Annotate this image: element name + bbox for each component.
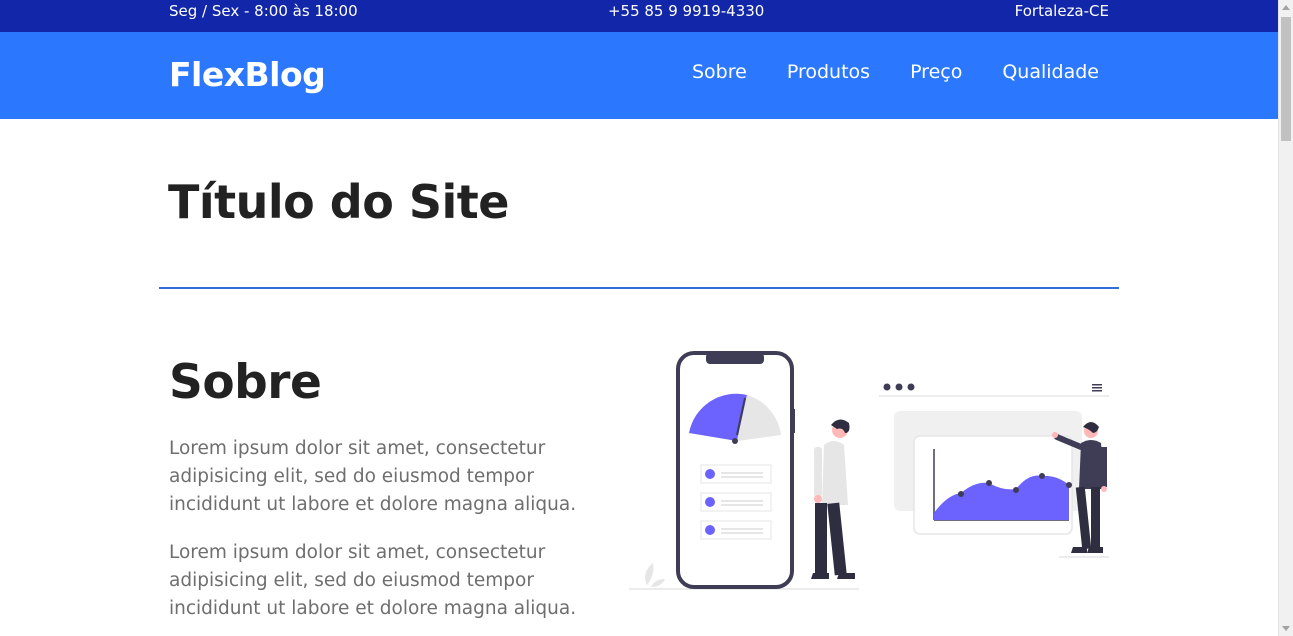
- browser-window-graphic: [879, 383, 1109, 535]
- site-title: Título do Site: [168, 175, 509, 229]
- scrollbar-thumb[interactable]: [1281, 17, 1291, 141]
- plant-leaf-icon-2: [651, 579, 665, 587]
- plant-leaf-icon: [645, 563, 654, 585]
- about-paragraph-1: Lorem ipsum dolor sit amet, consectetur …: [169, 438, 577, 515]
- person-figure: [811, 419, 855, 579]
- page-viewport: Seg / Sex - 8:00 às 18:00 +55 85 9 9919-…: [0, 0, 1278, 636]
- about-paragraph-2: Lorem ipsum dolor sit amet, consectetur …: [169, 542, 577, 619]
- nav-link-sobre[interactable]: Sobre: [692, 61, 747, 83]
- scroll-down-arrow-icon[interactable]: [1282, 626, 1290, 631]
- phone-graphic: [676, 351, 795, 589]
- nav-menu: Sobre Produtos Preço Qualidade: [692, 61, 1099, 83]
- hero-section: Título do Site: [159, 119, 1119, 289]
- top-info-bar-inner: Seg / Sex - 8:00 às 18:00 +55 85 9 9919-…: [169, 0, 1109, 32]
- main-navbar: FlexBlog Sobre Produtos Preço Qualidade: [0, 32, 1278, 119]
- site-logo[interactable]: FlexBlog: [169, 55, 326, 94]
- scroll-up-arrow-icon[interactable]: [1282, 5, 1290, 10]
- about-section: Sobre Lorem ipsum dolor sit amet, consec…: [169, 289, 1109, 623]
- analytics-illustration: [629, 351, 1109, 590]
- location: Fortaleza-CE: [1014, 2, 1109, 20]
- nav-link-qualidade[interactable]: Qualidade: [1002, 61, 1099, 83]
- page-scrollbar[interactable]: [1278, 0, 1293, 636]
- nav-link-produtos[interactable]: Produtos: [787, 61, 870, 83]
- phone-number: +55 85 9 9919-4330: [607, 2, 765, 20]
- business-hours: Seg / Sex - 8:00 às 18:00: [169, 2, 358, 20]
- main-navbar-inner: FlexBlog Sobre Produtos Preço Qualidade: [169, 32, 1109, 119]
- about-heading: Sobre: [169, 355, 322, 410]
- about-text: Sobre Lorem ipsum dolor sit amet, consec…: [169, 355, 579, 623]
- top-info-bar: Seg / Sex - 8:00 às 18:00 +55 85 9 9919-…: [0, 0, 1278, 32]
- nav-link-preco[interactable]: Preço: [910, 61, 962, 83]
